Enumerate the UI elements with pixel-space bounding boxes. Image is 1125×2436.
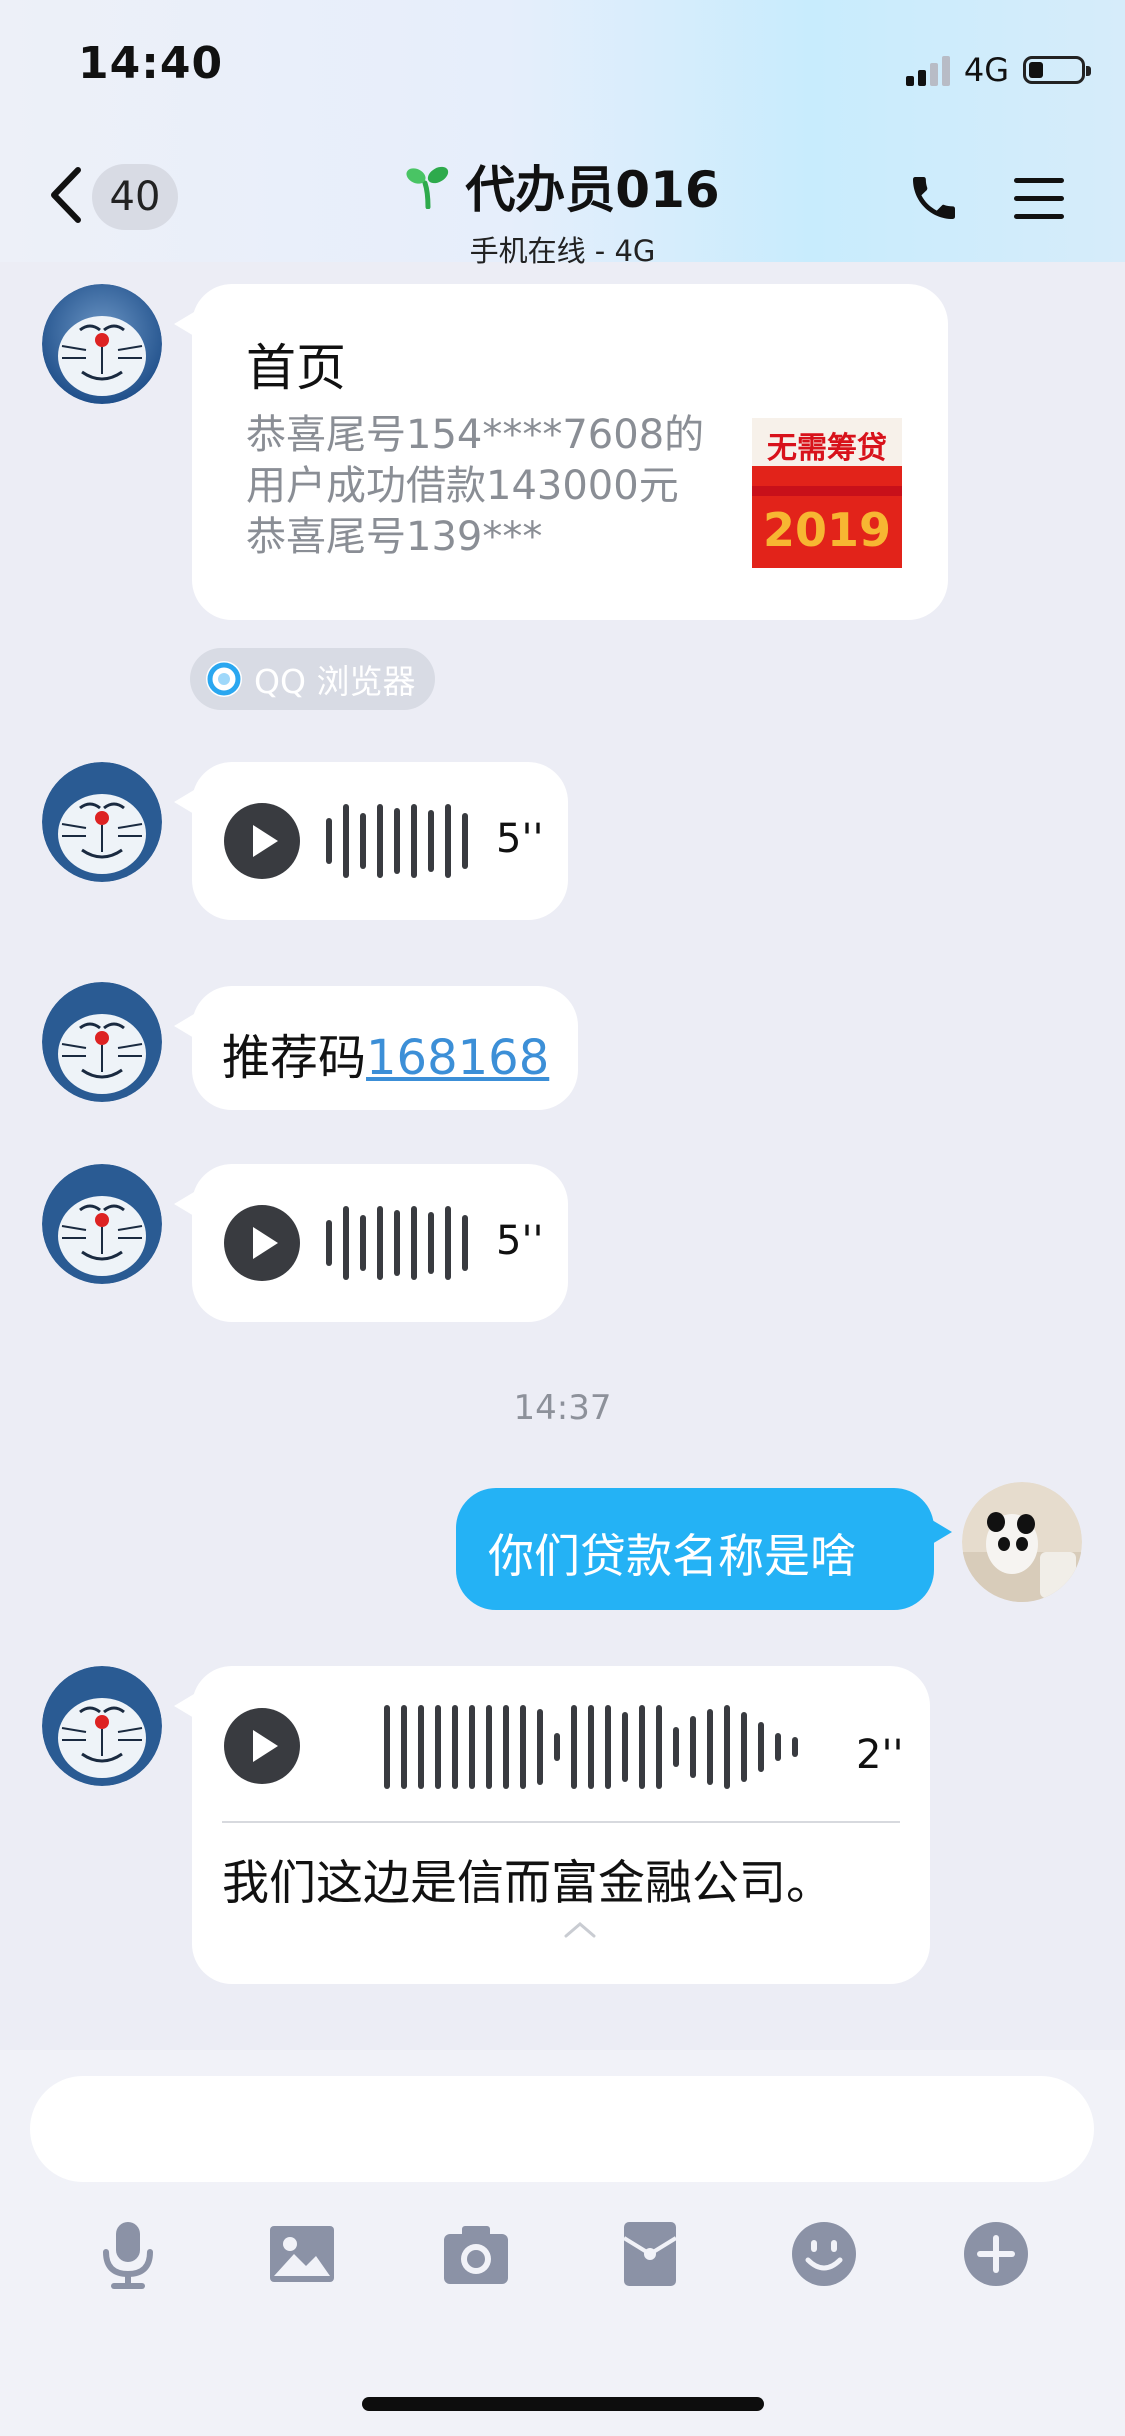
transcript-divider — [222, 1821, 900, 1823]
card-title: 首页 — [246, 339, 346, 397]
battery-icon — [1023, 56, 1091, 84]
user-avatar[interactable] — [962, 1482, 1082, 1602]
contact-avatar[interactable] — [42, 982, 162, 1102]
voice-duration: 5'' — [496, 1218, 544, 1264]
waveform-icon — [326, 1206, 468, 1280]
message-text: 你们贷款名称是啥 — [488, 1529, 856, 1583]
menu-icon[interactable] — [1012, 174, 1066, 224]
voice-message[interactable]: 5'' — [174, 762, 568, 920]
contact-avatar[interactable] — [42, 1164, 162, 1284]
referral-label: 推荐码 — [222, 1030, 367, 1086]
message-timestamp: 14:37 — [513, 1388, 612, 1428]
play-icon[interactable] — [224, 1708, 300, 1784]
image-icon[interactable] — [264, 2216, 340, 2292]
voice-message[interactable]: 5'' — [174, 1164, 568, 1322]
voice-duration: 5'' — [496, 816, 544, 862]
page-title: 代办员016 — [465, 161, 720, 219]
status-time: 14:40 — [78, 38, 224, 89]
link-card-message[interactable]: 首页 恭喜尾号154****7608的用户成功借款143000元 恭喜尾号139… — [174, 284, 948, 620]
card-thumbnail: 无需筹贷 2019 — [752, 418, 902, 568]
camera-icon[interactable] — [438, 2216, 514, 2292]
voice-message-with-transcript[interactable]: 2'' 我们这边是信而富金融公司。 — [174, 1666, 930, 1984]
message-text: 推荐码168168 — [222, 1018, 549, 1088]
contact-avatar[interactable] — [42, 1666, 162, 1786]
card-description: 恭喜尾号154****7608的用户成功借款143000元 恭喜尾号139*** — [246, 412, 705, 560]
contact-avatar[interactable] — [42, 284, 162, 404]
waveform-icon — [384, 1702, 798, 1792]
contact-avatar[interactable] — [42, 762, 162, 882]
red-packet-icon[interactable] — [612, 2216, 688, 2292]
play-icon[interactable] — [224, 1205, 300, 1281]
network-label: 4G — [963, 51, 1009, 89]
signal-icon — [905, 54, 950, 86]
message-input[interactable] — [30, 2076, 1094, 2182]
voice-transcript: 我们这边是信而富金融公司。 — [222, 1856, 833, 1911]
status-indicators: 4G — [905, 50, 1091, 90]
qq-browser-icon — [206, 661, 242, 697]
phone-icon[interactable] — [906, 170, 962, 226]
thumb-line2: 2019 — [763, 503, 891, 557]
voice-duration: 2'' — [856, 1732, 904, 1778]
thumb-line1: 无需筹贷 — [767, 431, 887, 466]
waveform-icon — [326, 804, 468, 878]
home-indicator[interactable] — [362, 2397, 764, 2411]
microphone-icon[interactable] — [90, 2216, 166, 2292]
plus-icon[interactable] — [958, 2216, 1034, 2292]
source-label: QQ 浏览器 — [254, 662, 416, 701]
outgoing-message[interactable]: 你们贷款名称是啥 — [456, 1488, 952, 1610]
sprout-icon — [406, 166, 449, 209]
chevron-up-icon[interactable] — [562, 1919, 598, 1939]
emoji-icon[interactable] — [786, 2216, 862, 2292]
source-tag[interactable]: QQ 浏览器 — [190, 648, 436, 710]
online-status: 手机在线 - 4G — [469, 234, 656, 268]
play-icon[interactable] — [224, 803, 300, 879]
referral-code-link[interactable]: 168168 — [366, 1030, 549, 1086]
text-message[interactable]: 推荐码168168 — [174, 986, 578, 1110]
